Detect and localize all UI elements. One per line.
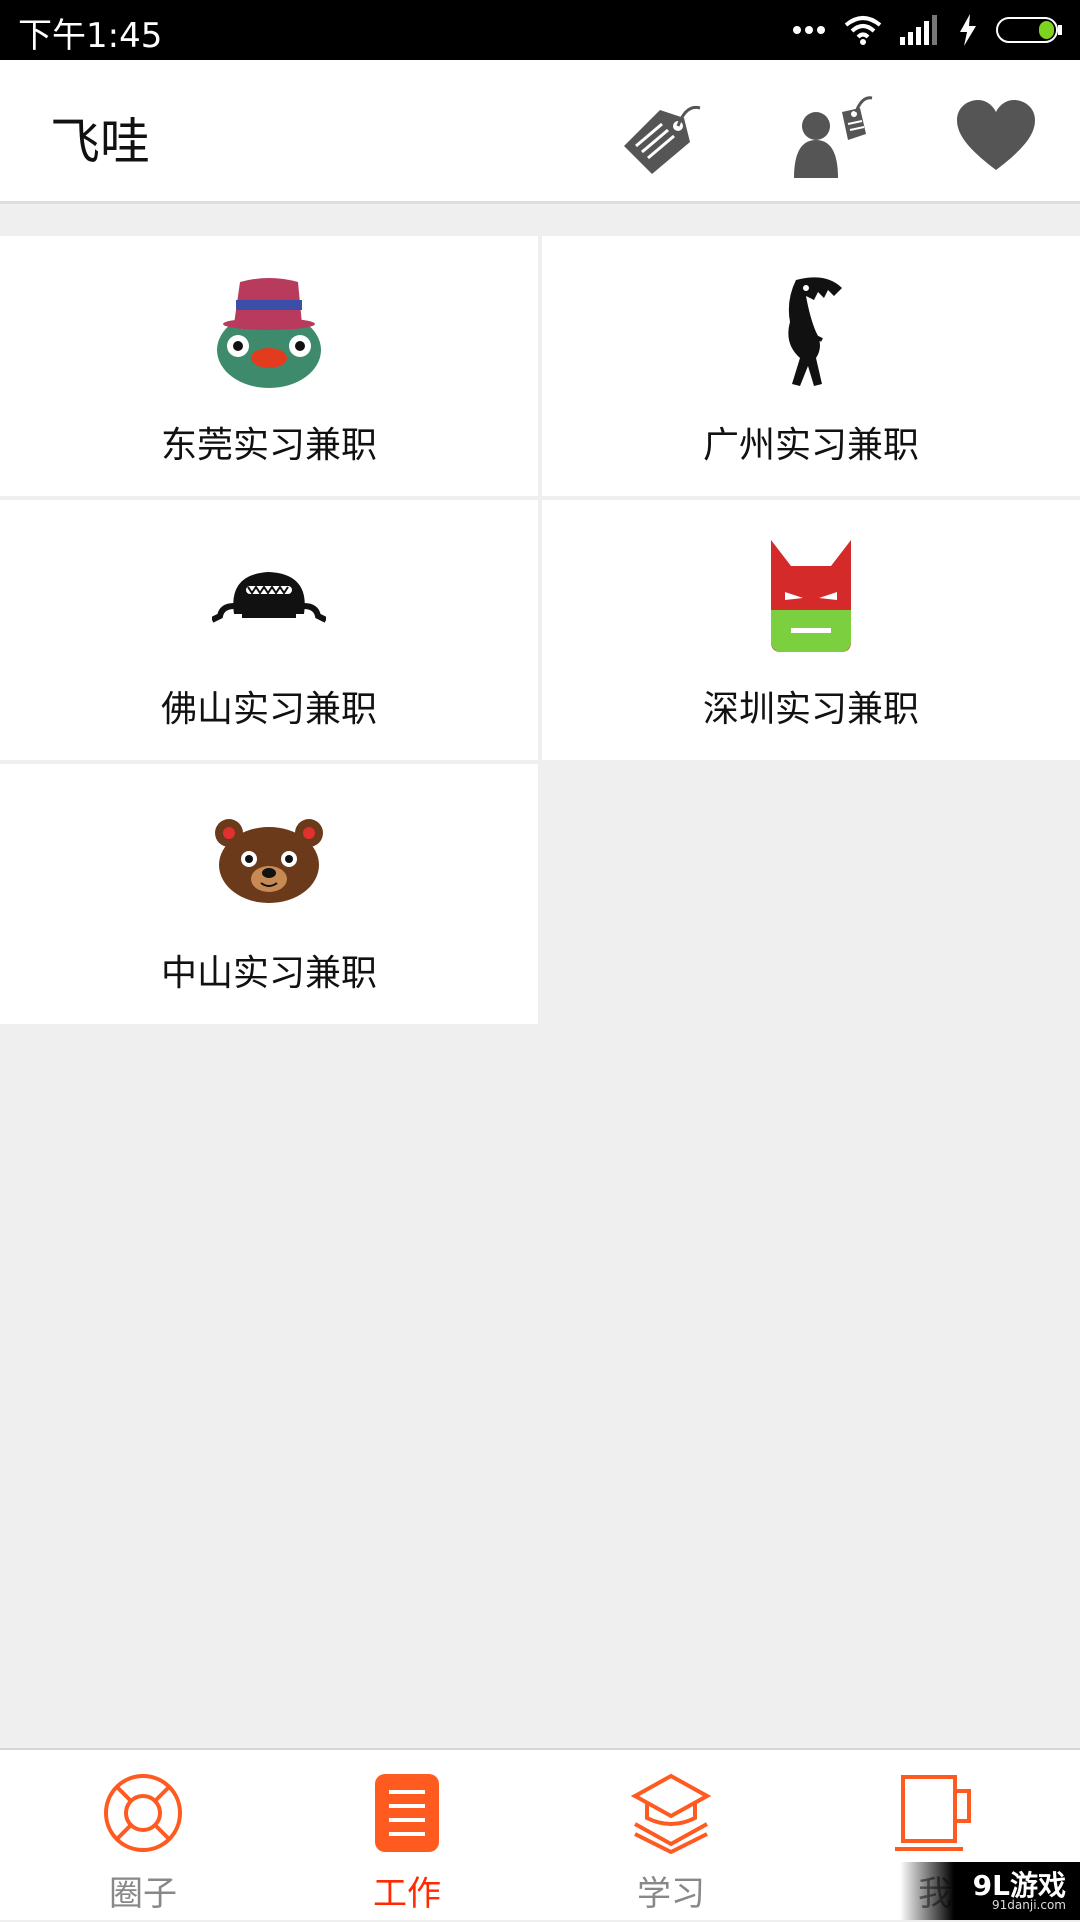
- grid-item-label: 广州实习兼职: [702, 425, 919, 466]
- battery-icon: [996, 17, 1062, 43]
- more-dots-icon: [793, 26, 825, 34]
- nav-tab-label: 工作: [373, 1874, 441, 1914]
- heart-icon: [957, 100, 1035, 170]
- nav-tab-label: 学习: [637, 1874, 705, 1914]
- duck-hat-mascot-icon: [217, 278, 321, 388]
- tag-button[interactable]: [612, 88, 708, 184]
- grid-item-label: 东莞实习兼职: [160, 425, 377, 466]
- tag-icon: [624, 105, 701, 174]
- nav-tab-work[interactable]: 工作: [272, 1750, 542, 1922]
- wifi-icon: [844, 16, 882, 45]
- user-tag-icon: [794, 96, 873, 178]
- lifebuoy-icon: [104, 1774, 182, 1852]
- favorites-button[interactable]: [948, 88, 1044, 184]
- app-header: 飞哇: [0, 60, 1080, 204]
- bat-mask-mascot-icon: [771, 540, 851, 652]
- status-time: 下午1:45: [18, 16, 163, 56]
- graduation-cap-icon: [631, 1773, 711, 1854]
- grid-item-label: 深圳实习兼职: [702, 689, 919, 730]
- grid-item-shenzhen[interactable]: 深圳实习兼职: [542, 500, 1080, 760]
- watermark-sub: 91danji.com: [992, 1898, 1066, 1912]
- user-tag-button[interactable]: [780, 88, 876, 184]
- app-title: 飞哇: [50, 113, 150, 171]
- grid-item-dongguan[interactable]: 东莞实习兼职: [0, 236, 538, 496]
- bear-mascot-icon: [215, 819, 323, 903]
- nav-tab-circle[interactable]: 圈子: [8, 1750, 278, 1922]
- dino-monster-mascot-icon: [788, 277, 842, 386]
- grid-item-guangzhou[interactable]: 广州实习兼职: [542, 236, 1080, 496]
- status-icons: [792, 12, 1064, 48]
- charging-icon: [960, 14, 976, 46]
- grid-item-zhongshan[interactable]: 中山实习兼职: [0, 764, 538, 1024]
- grid-item-label: 佛山实习兼职: [160, 689, 377, 730]
- grid-item-foshan[interactable]: 佛山实习兼职: [0, 500, 538, 760]
- signal-icon: [900, 15, 937, 45]
- black-blob-mascot-icon: [212, 572, 326, 623]
- status-bar: 下午1:45: [0, 0, 1080, 60]
- watermark-logo: 9L游戏 91danji.com: [900, 1862, 1080, 1920]
- grid-item-label: 中山实习兼职: [160, 953, 377, 994]
- nav-tab-label: 圈子: [109, 1874, 177, 1914]
- list-icon: [375, 1774, 439, 1852]
- nav-tab-study[interactable]: 学习: [536, 1750, 806, 1922]
- cup-icon: [895, 1775, 971, 1851]
